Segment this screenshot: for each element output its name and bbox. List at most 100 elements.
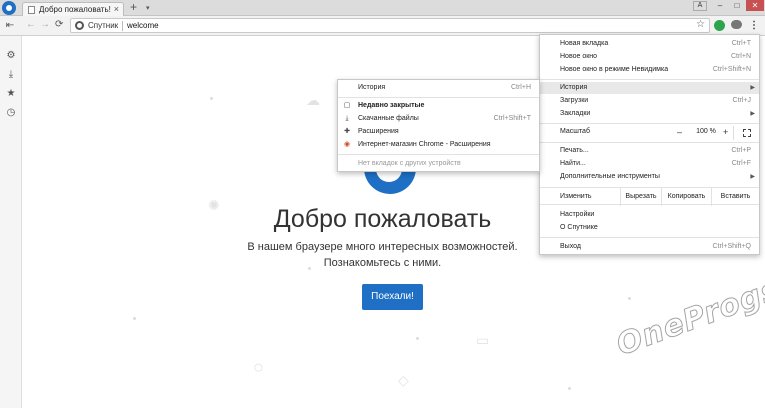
download-icon[interactable]: ⤓ <box>5 69 17 81</box>
menu-item-print[interactable]: Печать... Ctrl+P <box>540 145 759 157</box>
gear-icon[interactable]: ⚙ <box>5 50 17 62</box>
welcome-description-line2: Познакомьтесь с ними. <box>323 257 442 269</box>
menu-item-shortcut: Ctrl+Shift+N <box>712 66 751 73</box>
submenu-item-label: Расширения <box>358 128 399 135</box>
menu-item-label: История <box>560 84 588 91</box>
submenu-item-history[interactable]: История Ctrl+H <box>338 82 539 94</box>
menu-item-find[interactable]: Найти... Ctrl+F <box>540 158 759 170</box>
puzzle-icon: ✚ <box>344 128 350 135</box>
menu-divider <box>540 142 759 143</box>
submenu-item-extensions[interactable]: ✚ Расширения <box>338 126 539 138</box>
history-submenu: История Ctrl+H ▢ Недавно закрытые ⤓ Скачанн… <box>337 79 540 172</box>
paste-button[interactable]: Вставить <box>711 188 759 206</box>
submenu-item-label: История <box>358 84 386 91</box>
submenu-item-recently-closed: ▢ Недавно закрытые <box>338 100 539 112</box>
menu-item-settings[interactable]: Настройки <box>540 209 759 221</box>
menu-item-label: О Спутнике <box>560 224 598 231</box>
decor-dot <box>416 337 419 340</box>
zoom-out-button[interactable]: – <box>677 126 682 138</box>
menu-item-label: Новая вкладка <box>560 40 609 47</box>
minimize-button[interactable]: – <box>712 0 728 11</box>
cut-button[interactable]: Вырезать <box>620 188 661 206</box>
edit-row: Изменить Вырезать Копировать Вставить <box>540 187 759 206</box>
submenu-item-shortcut: Ctrl+Shift+T <box>493 115 531 122</box>
fullscreen-icon[interactable] <box>743 129 751 137</box>
page-icon <box>28 6 35 14</box>
divider <box>733 126 734 140</box>
main-menu: Новая вкладка Ctrl+T Новое окно Ctrl+N Нов… <box>539 34 760 255</box>
copy-button[interactable]: Копировать <box>661 188 711 206</box>
toolbar: ← → ⟳ Спутник welcome ☆ ⋮ <box>0 16 765 36</box>
menu-item-shortcut: Ctrl+N <box>730 53 751 60</box>
close-window-button[interactable]: ✕ <box>746 0 764 11</box>
tab-list-chevron-icon[interactable]: ▾ <box>146 4 150 12</box>
back-button[interactable]: ← <box>26 19 36 30</box>
menu-item-shortcut: Ctrl+T <box>731 40 751 47</box>
menu-item-history[interactable]: История ▶ <box>540 82 759 94</box>
menu-item-exit[interactable]: Выход Ctrl+Shift+Q <box>540 241 759 253</box>
url-text[interactable]: welcome <box>127 21 159 30</box>
zoom-label: Масштаб <box>560 128 590 135</box>
menu-divider <box>540 79 759 80</box>
site-info-icon[interactable] <box>75 21 84 30</box>
menu-item-label: Выход <box>560 243 581 250</box>
close-tab-icon[interactable]: × <box>114 4 119 14</box>
menu-item-label: Найти... <box>560 160 586 167</box>
forward-button[interactable]: → <box>40 19 50 30</box>
submenu-arrow-icon: ▶ <box>750 85 755 91</box>
reload-button[interactable]: ⟳ <box>55 19 63 30</box>
extension-icon[interactable] <box>714 20 725 31</box>
submenu-item-label: Нет вкладок с других устройств <box>358 160 461 167</box>
menu-item-incognito-window[interactable]: Новое окно в режиме Невидимка Ctrl+Shift+… <box>540 64 759 76</box>
menu-item-label: Загрузки <box>560 97 589 104</box>
menu-item-downloads[interactable]: Загрузки Ctrl+J <box>540 95 759 107</box>
submenu-item-downloaded-files[interactable]: ⤓ Скачанные файлы Ctrl+Shift+T <box>338 113 539 125</box>
edit-label: Изменить <box>560 193 592 200</box>
menu-divider <box>540 237 759 238</box>
menu-item-shortcut: Ctrl+J <box>732 97 751 104</box>
tv-icon: ▭ <box>476 332 490 348</box>
sputnik-logo-icon[interactable] <box>2 1 16 15</box>
tag-icon: ◇ <box>398 372 409 388</box>
balloon-icon: ○ <box>253 357 264 377</box>
menu-item-shortcut: Ctrl+F <box>731 160 751 167</box>
new-tab-button[interactable]: + <box>130 1 137 13</box>
menu-item-new-window[interactable]: Новое окно Ctrl+N <box>540 51 759 63</box>
menu-item-shortcut: Ctrl+Shift+Q <box>712 243 751 250</box>
submenu-item-chrome-store[interactable]: ◉ Интернет-магазин Chrome - Расширения <box>338 139 539 151</box>
menu-divider <box>540 123 759 124</box>
profile-button[interactable]: A <box>693 1 707 11</box>
pin-icon[interactable]: ⇤ <box>4 20 16 32</box>
cloud-icon: ☁ <box>306 92 320 108</box>
tab-welcome[interactable]: Добро пожаловать! × <box>22 2 124 16</box>
tab-title: Добро пожаловать! <box>39 5 111 14</box>
menu-divider <box>338 97 539 98</box>
menu-item-label: Закладки <box>560 110 591 117</box>
menu-item-label: Настройки <box>560 211 595 218</box>
menu-item-label: Новое окно в режиме Невидимка <box>560 66 669 73</box>
menu-item-shortcut: Ctrl+P <box>731 147 751 154</box>
zoom-level: 100 % <box>696 128 716 135</box>
decor-dot <box>628 297 631 300</box>
maximize-button[interactable]: □ <box>729 0 745 11</box>
get-started-button[interactable]: Поехали! <box>362 284 423 310</box>
submenu-arrow-icon: ▶ <box>750 111 755 117</box>
menu-item-new-tab[interactable]: Новая вкладка Ctrl+T <box>540 38 759 50</box>
menu-item-about[interactable]: О Спутнике <box>540 222 759 234</box>
submenu-arrow-icon: ▶ <box>750 174 755 180</box>
menu-item-label: Печать... <box>560 147 589 154</box>
chat-extension-icon[interactable] <box>731 20 742 29</box>
menu-divider <box>338 154 539 155</box>
zoom-in-button[interactable]: + <box>723 126 728 138</box>
submenu-item-label: Скачанные файлы <box>358 115 419 122</box>
main-menu-button[interactable]: ⋮ <box>749 19 759 32</box>
menu-item-more-tools[interactable]: Дополнительные инструменты ▶ <box>540 171 759 183</box>
address-bar[interactable]: Спутник welcome ☆ <box>70 18 710 33</box>
menu-item-bookmarks[interactable]: Закладки ▶ <box>540 108 759 120</box>
star-icon[interactable]: ★ <box>5 88 17 100</box>
submenu-item-label: Недавно закрытые <box>358 102 425 109</box>
divider <box>122 21 123 31</box>
history-icon[interactable]: ◷ <box>5 107 17 119</box>
bookmark-star-icon[interactable]: ☆ <box>696 19 705 30</box>
menu-item-label: Дополнительные инструменты <box>560 173 660 180</box>
